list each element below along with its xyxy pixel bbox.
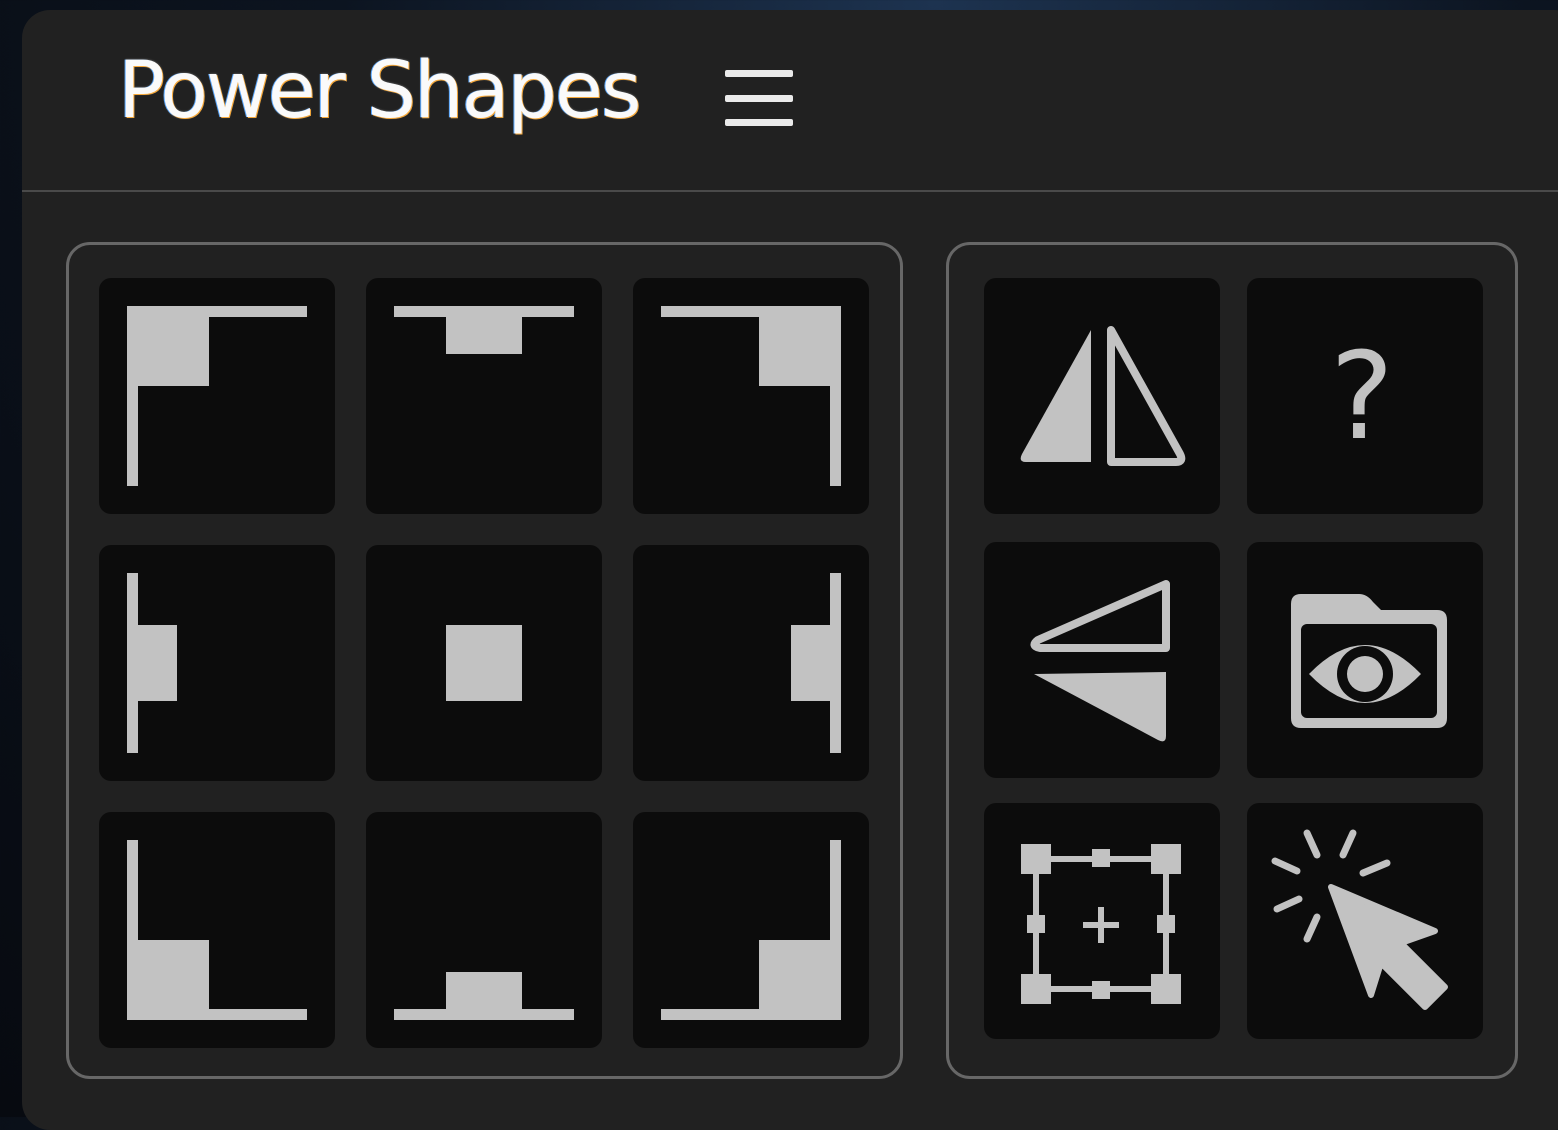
align-bottom-right-button[interactable]: [633, 812, 869, 1048]
bounding-box-add-icon: [1021, 844, 1181, 1004]
align-bottom-left-icon: [127, 840, 307, 1020]
align-top-center-icon: [394, 306, 574, 354]
panel-title: Power Shapes: [118, 46, 642, 136]
flip-horizontal-icon: [1020, 326, 1186, 466]
flip-vertical-button[interactable]: [984, 542, 1220, 778]
align-middle-right-icon: [791, 573, 841, 753]
hamburger-menu-icon[interactable]: [725, 66, 793, 130]
svg-text:?: ?: [1330, 328, 1394, 467]
power-shapes-panel: Power Shapes ?: [22, 10, 1558, 1130]
align-center-icon: [446, 625, 522, 701]
flip-horizontal-button[interactable]: [984, 278, 1220, 514]
help-icon: ?: [1330, 328, 1394, 467]
align-top-left-icon: [127, 306, 307, 486]
align-top-right-button[interactable]: [633, 278, 869, 514]
align-center-button[interactable]: [366, 545, 602, 781]
align-middle-left-icon: [127, 573, 177, 753]
cursor-click-button[interactable]: [1247, 803, 1483, 1039]
align-middle-right-button[interactable]: [633, 545, 869, 781]
help-button[interactable]: ?: [1247, 278, 1483, 514]
cursor-click-icon: [1271, 829, 1448, 1010]
tools-group: ?: [946, 242, 1518, 1079]
align-top-center-button[interactable]: [366, 278, 602, 514]
bounding-box-add-button[interactable]: [984, 803, 1220, 1039]
align-bottom-center-icon: [394, 972, 574, 1020]
folder-preview-icon: [1291, 594, 1447, 728]
align-bottom-center-button[interactable]: [366, 812, 602, 1048]
header-divider: [22, 190, 1558, 192]
align-top-right-icon: [661, 306, 841, 486]
flip-vertical-icon: [1030, 580, 1170, 742]
align-top-left-button[interactable]: [99, 278, 335, 514]
align-middle-left-button[interactable]: [99, 545, 335, 781]
panel-header: Power Shapes: [22, 10, 1558, 192]
folder-preview-button[interactable]: [1247, 542, 1483, 778]
alignment-group: [66, 242, 903, 1079]
align-bottom-left-button[interactable]: [99, 812, 335, 1048]
align-bottom-right-icon: [661, 840, 841, 1020]
